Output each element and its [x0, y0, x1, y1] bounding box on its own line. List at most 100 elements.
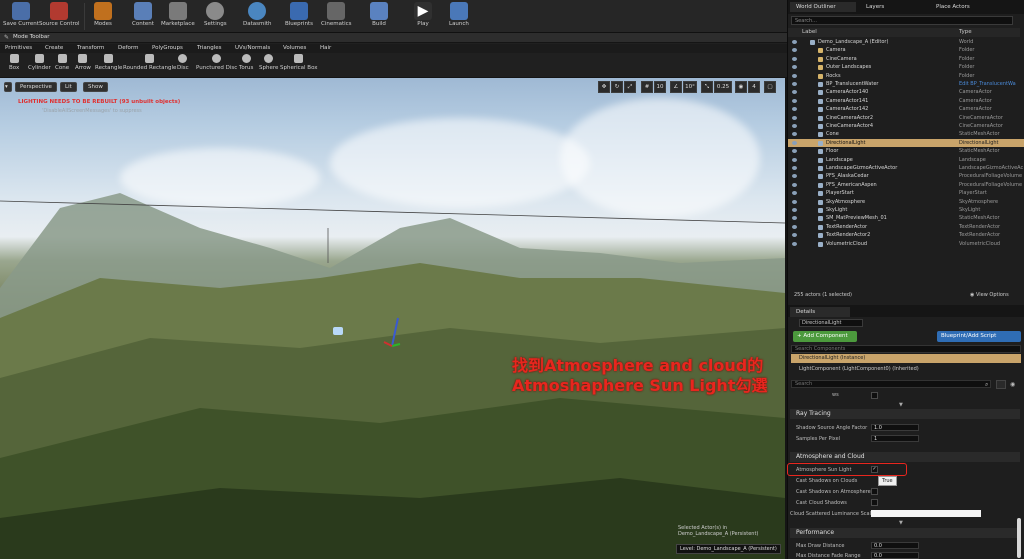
eye-icon[interactable]	[792, 90, 797, 95]
outliner-row[interactable]: Camera Folder	[788, 46, 1024, 54]
outliner-row[interactable]: PlayerStart PlayerStart	[788, 189, 1024, 197]
level-viewport[interactable]: ▾ Perspective Lit Show LIGHTING NEEDS TO…	[0, 78, 785, 559]
details-search-input[interactable]: Search	[791, 380, 991, 388]
shape-box[interactable]: Box	[9, 54, 19, 71]
tab-uvs-normals[interactable]: UVs/Normals	[235, 45, 270, 51]
shape-rectangle[interactable]: Rectangle	[95, 54, 122, 71]
tab-place-actors[interactable]: Place Actors	[930, 2, 1000, 12]
eye-icon[interactable]	[792, 140, 797, 145]
shape-cylinder[interactable]: Cylinder	[28, 54, 51, 71]
outliner-row[interactable]: Cone StaticMeshActor	[788, 130, 1024, 138]
max-distance-fade-field[interactable]: 0.0	[871, 552, 919, 559]
launch-button[interactable]: Launch	[449, 2, 469, 27]
eye-icon[interactable]	[792, 56, 797, 61]
eye-icon[interactable]	[792, 216, 797, 221]
eye-icon[interactable]	[792, 224, 797, 229]
eye-icon[interactable]	[792, 48, 797, 53]
outliner-row[interactable]: PFS_AlaskaCedar ProceduralFoliageVolume	[788, 172, 1024, 180]
tab-polygroups[interactable]: PolyGroups	[152, 45, 183, 51]
tab-layers[interactable]: Layers	[860, 2, 926, 12]
expand-arrow-icon[interactable]: ▼	[899, 402, 903, 408]
tab-transform[interactable]: Transform	[77, 45, 104, 51]
play-button[interactable]: ▶ Play	[414, 2, 432, 27]
cloud-scattered-luminance-color[interactable]	[871, 510, 981, 517]
outliner-row[interactable]: SkyLight SkyLight	[788, 206, 1024, 214]
column-label[interactable]: Label	[802, 28, 817, 37]
outliner-row[interactable]: TextRenderActor2 TextRenderActor	[788, 231, 1024, 239]
eye-icon[interactable]	[792, 132, 797, 137]
shape-spherical-box[interactable]: Spherical Box	[280, 54, 318, 71]
eye-icon[interactable]	[792, 174, 797, 179]
eye-icon[interactable]	[792, 73, 797, 78]
shape-sphere[interactable]: Sphere	[259, 54, 278, 71]
camera-speed-icon[interactable]: ◉	[735, 81, 747, 93]
search-components-input[interactable]: Search Components	[791, 345, 1021, 353]
scale-snap-icon[interactable]: ⤡	[701, 81, 713, 93]
content-button[interactable]: Content	[132, 2, 154, 27]
outliner-row[interactable]: CameraActor140 CameraActor	[788, 88, 1024, 96]
light-component-row[interactable]: LightComponent (LightComponent0) (Inheri…	[799, 366, 919, 372]
search-icon[interactable]: ⌕	[985, 381, 988, 389]
show-button[interactable]: Show	[83, 82, 108, 92]
tab-primitives[interactable]: Primitives	[5, 45, 32, 51]
outliner-search-input[interactable]: Search...	[791, 16, 1013, 25]
maximize-icon[interactable]: ▢	[764, 81, 776, 93]
cast-cloud-shadows-checkbox[interactable]	[871, 499, 878, 506]
eye-icon[interactable]	[792, 115, 797, 120]
view-options-button[interactable]: ◉ View Options	[970, 292, 1009, 298]
lit-button[interactable]: Lit	[60, 82, 77, 92]
outliner-row[interactable]: Landscape Landscape	[788, 156, 1024, 164]
eye-icon[interactable]	[792, 149, 797, 154]
translate-icon[interactable]: ✥	[598, 81, 610, 93]
save-current-button[interactable]: Save Current	[3, 2, 39, 27]
light-gizmo[interactable]	[333, 327, 343, 335]
blueprint-add-script-button[interactable]: Blueprint/Add Script	[937, 331, 1021, 342]
outliner-row[interactable]: Rocks Folder	[788, 72, 1024, 80]
actor-name-field[interactable]: DirectionalLight	[799, 319, 863, 327]
outliner-row[interactable]: LandscapeGizmoActiveActor LandscapeGizmoA…	[788, 164, 1024, 172]
perspective-button[interactable]: Perspective	[15, 82, 57, 92]
expand-arrow-icon[interactable]: ▼	[899, 520, 903, 526]
tab-deform[interactable]: Deform	[118, 45, 138, 51]
blueprints-button[interactable]: Blueprints	[285, 2, 313, 27]
outliner-row[interactable]: Demo_Landscape_A (Editor) World	[788, 38, 1024, 46]
outliner-row[interactable]: TextRenderActor TextRenderActor	[788, 223, 1024, 231]
grid-view-icon[interactable]	[996, 380, 1006, 389]
angle-snap-icon[interactable]: ∠	[670, 81, 682, 93]
eye-icon[interactable]	[792, 40, 797, 44]
eye-icon[interactable]	[792, 208, 797, 212]
outliner-row[interactable]: Floor StaticMeshActor	[788, 147, 1024, 155]
tab-details[interactable]: Details	[790, 307, 850, 317]
samples-per-pixel-field[interactable]: 1	[871, 435, 919, 442]
shape-punctured-disc[interactable]: Punctured Disc	[196, 54, 237, 71]
outliner-row[interactable]: PFS_AmericanAspen ProceduralFoliageVolume	[788, 181, 1024, 189]
outliner-row[interactable]: CameraActor142 CameraActor	[788, 105, 1024, 113]
cast-shadows-on-atmosphere-checkbox[interactable]	[871, 488, 878, 495]
tab-world-outliner[interactable]: World Outliner	[790, 2, 856, 12]
section-atmosphere-and-cloud[interactable]: Atmosphere and Cloud	[790, 452, 1020, 462]
build-button[interactable]: Build	[370, 2, 388, 27]
datasmith-button[interactable]: Datasmith	[243, 2, 272, 27]
section-ray-tracing[interactable]: Ray Tracing	[790, 409, 1020, 419]
settings-button[interactable]: Settings	[204, 2, 227, 27]
outliner-row[interactable]: SkyAtmosphere SkyAtmosphere	[788, 198, 1024, 206]
add-component-button[interactable]: + Add Component	[793, 331, 857, 342]
eye-icon[interactable]	[792, 107, 797, 112]
details-scrollbar[interactable]	[1017, 518, 1021, 558]
marketplace-button[interactable]: Marketplace	[161, 2, 195, 27]
eye-icon[interactable]	[792, 199, 797, 204]
scale-size[interactable]: 0.25	[714, 81, 732, 93]
eye-icon[interactable]	[792, 98, 797, 103]
component-instance-row[interactable]: DirectionalLight (Instance)	[791, 354, 1021, 363]
eye-icon[interactable]: ◉	[1010, 381, 1015, 388]
tab-volumes[interactable]: Volumes	[283, 45, 306, 51]
eye-icon[interactable]	[792, 241, 797, 246]
outliner-row[interactable]: CineCameraActor4 CineCameraActor	[788, 122, 1024, 130]
eye-icon[interactable]	[792, 65, 797, 70]
outliner-row[interactable]: DirectionalLight DirectionalLight	[788, 138, 1024, 148]
scale-icon[interactable]: ⤢	[624, 81, 636, 93]
cinematics-button[interactable]: Cinematics	[321, 2, 352, 27]
eye-icon[interactable]	[792, 166, 797, 170]
outliner-row[interactable]: CineCamera Folder	[788, 55, 1024, 63]
eye-icon[interactable]	[792, 82, 797, 86]
